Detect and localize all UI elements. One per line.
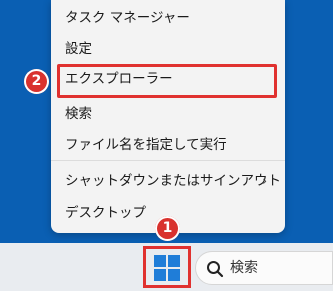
search-icon — [207, 261, 224, 278]
menu-divider — [51, 160, 285, 161]
menu-item-settings[interactable]: 設定 — [51, 34, 285, 64]
start-button-highlight-box — [143, 246, 191, 288]
search-placeholder: 検索 — [230, 260, 258, 276]
explorer-highlight-box — [57, 64, 277, 98]
menu-item-label: 設定 — [65, 41, 92, 57]
menu-item-task-manager[interactable]: タスク マネージャー — [51, 3, 285, 33]
step-badge-2: 2 — [24, 69, 49, 94]
menu-item-label: 検索 — [65, 106, 92, 122]
menu-item-run[interactable]: ファイル名を指定して実行 — [51, 130, 285, 160]
step-badge-1: 1 — [155, 216, 180, 241]
taskbar-search-box[interactable]: 検索 — [195, 251, 333, 285]
menu-item-shutdown[interactable]: シャットダウンまたはサインアウト › — [51, 166, 285, 196]
menu-item-label: ファイル名を指定して実行 — [65, 137, 227, 153]
chevron-right-icon: › — [262, 174, 267, 188]
menu-item-label: タスク マネージャー — [65, 10, 190, 26]
menu-item-label: シャットダウンまたはサインアウト — [65, 173, 281, 189]
menu-item-search[interactable]: 検索 — [51, 99, 285, 129]
menu-item-label: デスクトップ — [65, 205, 146, 221]
context-menu: タスク マネージャー 設定 エクスプローラー 検索 ファイル名を指定して実行 シ… — [51, 0, 285, 233]
